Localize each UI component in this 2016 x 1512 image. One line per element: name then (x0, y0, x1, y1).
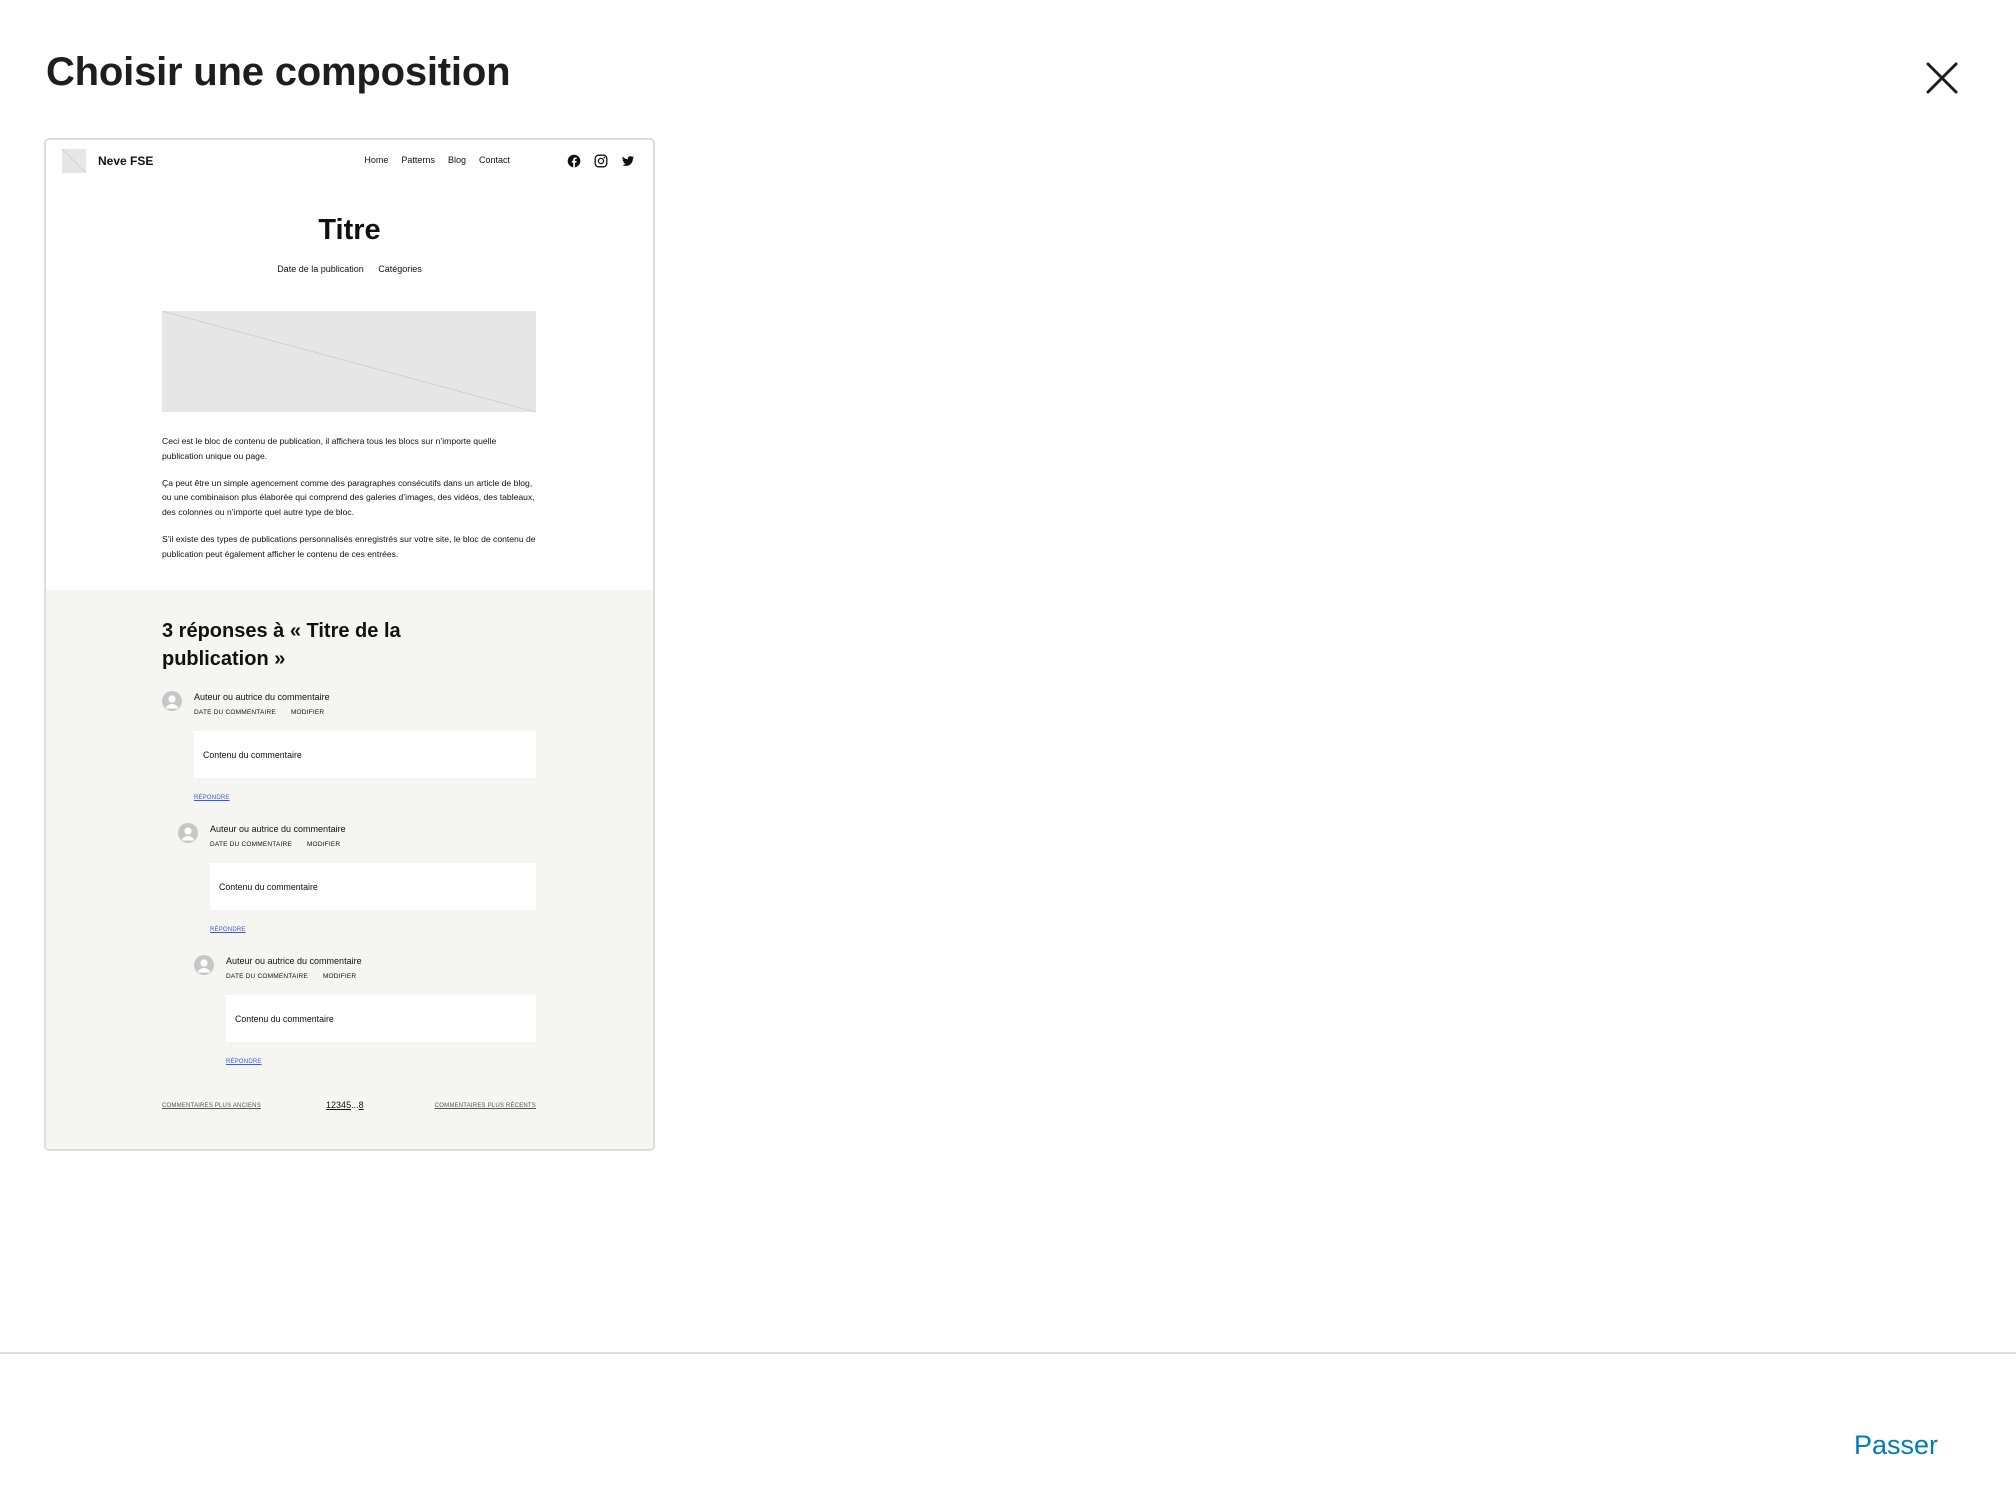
avatar (194, 955, 214, 975)
comment-content-box: Contenu du commentaire (210, 863, 536, 910)
comment-content: Contenu du commentaire (219, 882, 318, 892)
page-number: 8 (358, 1100, 364, 1110)
modal-footer: Passer (0, 1352, 2016, 1512)
site-logo-placeholder (62, 149, 86, 173)
preview-nav-item-patterns: Patterns (401, 155, 435, 165)
preview-post-meta: Date de la publication Catégories (46, 264, 653, 274)
comment-date: DATE DU COMMENTAIRE (210, 841, 292, 848)
preview-paragraph: Ça peut être un simple agencement comme … (162, 477, 535, 517)
comment-author: Auteur ou autrice du commentaire (194, 692, 330, 702)
comment-edit-link: MODIFIER (322, 973, 357, 980)
comments-newer-link: COMMENTAIRES PLUS RÉCENTS (434, 1103, 536, 1109)
preview-paragraph: Ceci est le bloc de contenu de publicati… (162, 436, 497, 461)
instagram-icon (594, 154, 608, 168)
comment-reply-link: RÉPONDRE (194, 795, 230, 801)
comment-meta: DATE DU COMMENTAIRE MODIFIER (226, 973, 356, 980)
close-icon (1926, 62, 1958, 94)
close-button[interactable] (1918, 54, 1966, 102)
comment-reply-link: RÉPONDRE (210, 927, 246, 933)
preview-site-header: Neve FSE Home Patterns Blog Contact (46, 140, 653, 184)
preview-post-title: Titre (318, 214, 381, 246)
preview-nav: Home Patterns Blog Contact (364, 155, 510, 165)
avatar (162, 691, 182, 711)
comment-content: Contenu du commentaire (203, 750, 302, 760)
preview-post-categories: Catégories (378, 264, 422, 274)
preview-comments-section: 3 réponses à « Titre de la publication »… (46, 590, 653, 1149)
preview-site-title: Neve FSE (98, 154, 154, 168)
preview-nav-item-contact: Contact (478, 155, 510, 165)
page-ellipsis: ... (351, 1100, 359, 1110)
preview-comments-title: 3 réponses à « Titre de la publication » (162, 620, 401, 670)
modal-header: Choisir une composition (0, 0, 2016, 130)
pattern-preview: Neve FSE Home Patterns Blog Contact Titr… (46, 140, 653, 1149)
featured-image-placeholder (162, 311, 536, 412)
preview-nav-item-home: Home (364, 155, 389, 165)
twitter-icon (621, 154, 635, 168)
comment-author: Auteur ou autrice du commentaire (226, 956, 362, 966)
comment-edit-link: MODIFIER (306, 841, 341, 848)
skip-button[interactable]: Passer (1854, 1430, 1938, 1461)
comment-content-box: Contenu du commentaire (194, 731, 536, 778)
comment-edit-link: MODIFIER (290, 709, 325, 716)
preview-nav-item-blog: Blog (447, 155, 466, 165)
comment-author: Auteur ou autrice du commentaire (210, 824, 346, 834)
preview-paragraph: S’il existe des types de publications pe… (162, 533, 536, 559)
comment-content-box: Contenu du commentaire (226, 995, 536, 1042)
comment-date: DATE DU COMMENTAIRE (194, 709, 276, 716)
preview-post-content: Ceci est le bloc de contenu de publicati… (162, 434, 536, 574)
comment-meta: DATE DU COMMENTAIRE MODIFIER (210, 841, 340, 848)
facebook-icon (567, 154, 581, 168)
avatar (178, 823, 198, 843)
comments-pagination-numbers: 12345...8 (326, 1100, 364, 1110)
modal-title: Choisir une composition (46, 50, 511, 94)
comment-content: Contenu du commentaire (235, 1014, 334, 1024)
comment-reply-link: RÉPONDRE (226, 1059, 262, 1065)
pattern-preview-card[interactable]: Neve FSE Home Patterns Blog Contact Titr… (44, 138, 655, 1151)
comments-older-link: COMMENTAIRES PLUS ANCIENS (162, 1103, 261, 1109)
comment-meta: DATE DU COMMENTAIRE MODIFIER (194, 709, 324, 716)
comment-date: DATE DU COMMENTAIRE (226, 973, 308, 980)
preview-post-date: Date de la publication (277, 264, 364, 274)
